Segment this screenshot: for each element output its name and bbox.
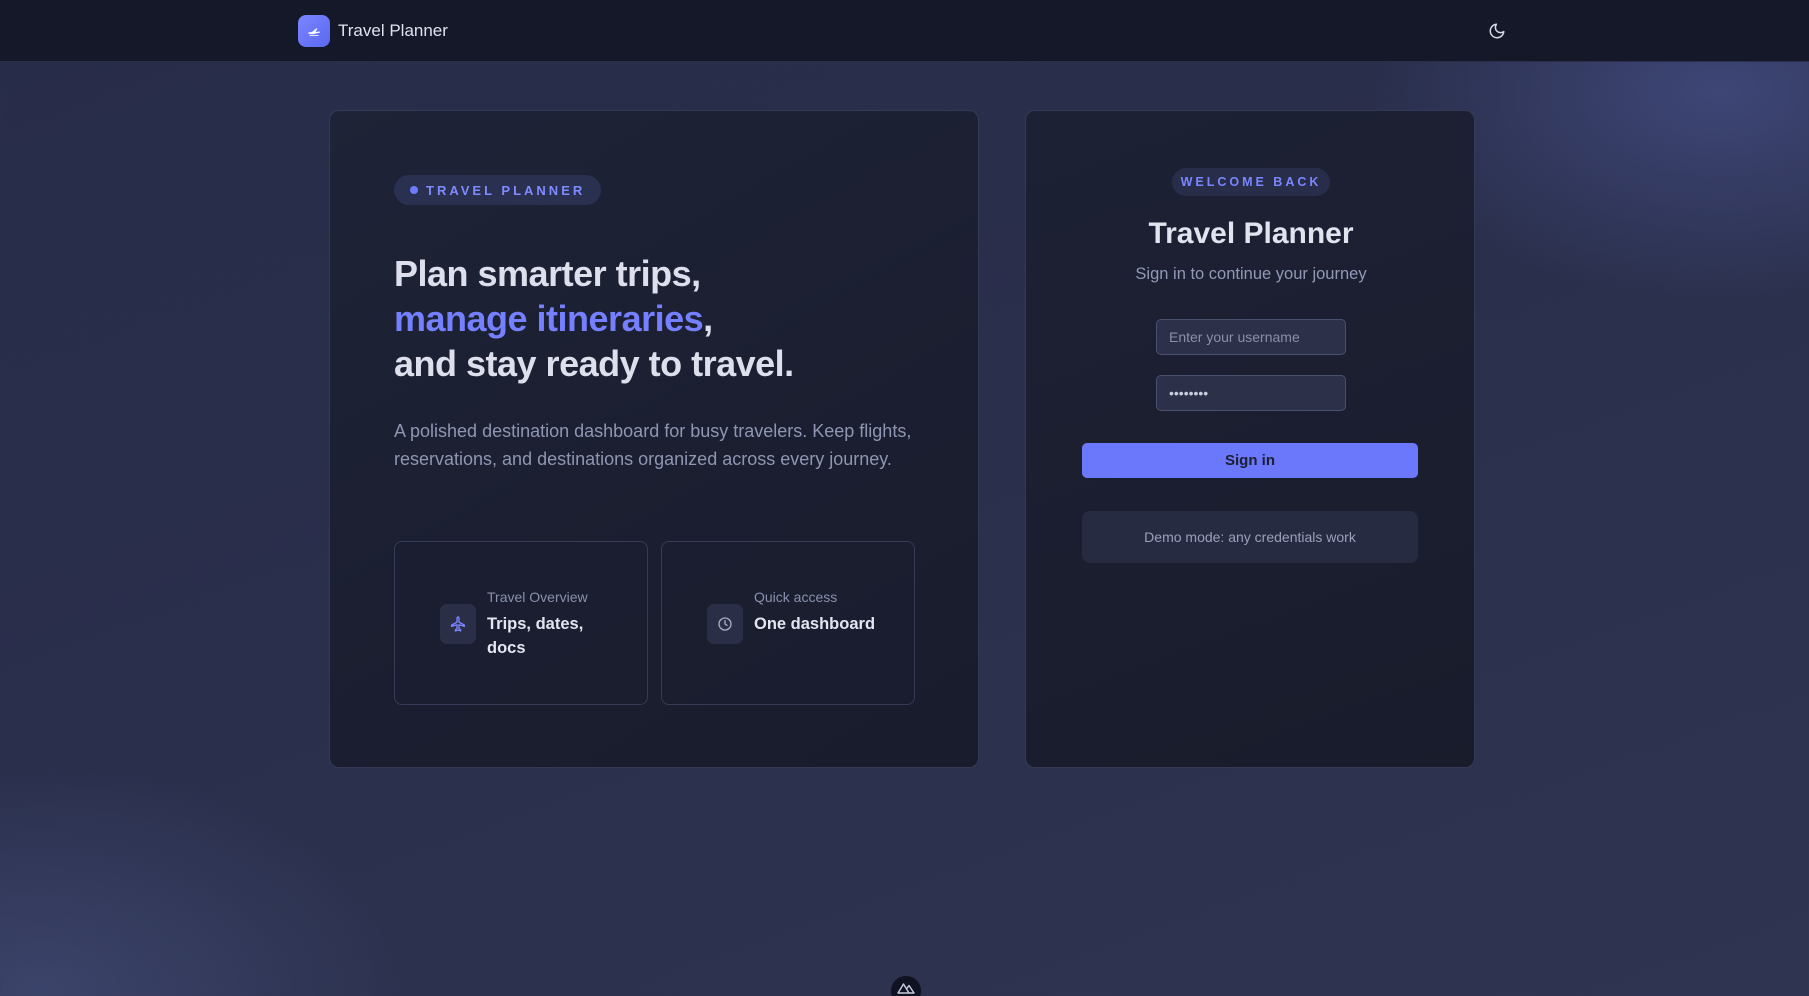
hero-pill-badge: TRAVEL PLANNER [394,175,602,205]
hero-description: A polished destination dashboard for bus… [394,421,912,469]
hero-card: TRAVEL PLANNER Plan smarter trips, manag… [329,110,979,768]
headline-line-1: Plan smarter trips, [394,253,701,294]
headline-comma: , [703,298,713,339]
hero-headline: Plan smarter trips, manage itineraries, … [394,251,934,386]
brand[interactable]: Travel Planner [298,15,448,47]
pill-dot-icon [410,186,418,194]
plane-icon [298,15,330,47]
demo-mode-notice: Demo mode: any credentials work [1082,511,1418,563]
signin-subtitle: Sign in to continue your journey [1135,265,1367,283]
username-input[interactable] [1156,319,1346,355]
feature-card-travel-overview: Travel Overview Trips, dates, docs [394,541,648,705]
moon-icon [1489,23,1505,39]
feature-card-quick-access: Quick access One dashboard [661,541,915,705]
headline-line-3: and stay ready to travel. [394,343,794,384]
feature-title: One dashboard [754,615,876,633]
headline-accent: manage itineraries [394,298,704,339]
sign-in-button[interactable]: Sign in [1082,443,1418,478]
welcome-badge-label: WELCOME BACK [1180,175,1322,189]
theme-toggle-button[interactable] [1484,18,1510,44]
mountain-logo-icon [897,983,915,994]
top-navbar: Travel Planner [0,0,1809,62]
feature-title: Trips, dates, docs [487,615,584,657]
welcome-badge: WELCOME BACK [1172,168,1330,196]
feature-caption: Quick access [754,589,838,605]
pill-label: TRAVEL PLANNER [426,182,586,198]
feature-caption: Travel Overview [487,589,588,605]
clock-icon [707,604,743,644]
devtools-badge[interactable] [890,975,922,996]
signin-card: WELCOME BACK Travel Planner Sign in to c… [1025,110,1475,768]
password-input[interactable] [1156,375,1346,411]
signin-title: Travel Planner [1148,217,1354,250]
plane-icon [440,604,476,644]
brand-name: Travel Planner [338,21,448,40]
